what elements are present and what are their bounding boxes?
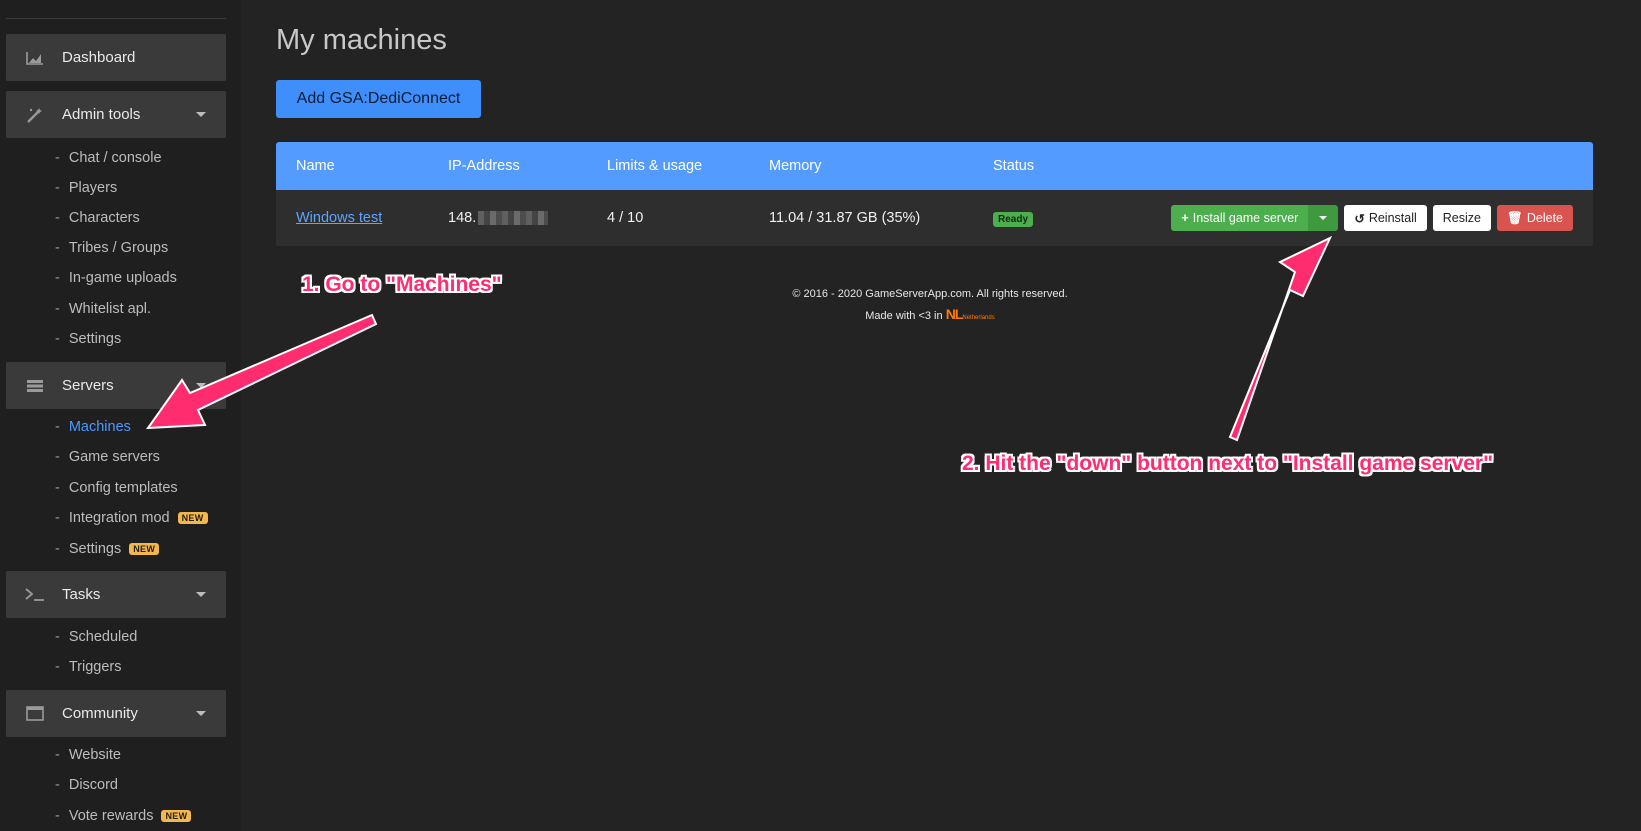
sidebar-item-chat-console[interactable]: - Chat / console: [55, 148, 162, 168]
annotation-step-2: 2. Hit the "down" button next to "Instal…: [962, 452, 1494, 475]
sidebar-item-admin-settings[interactable]: - Settings: [55, 329, 121, 349]
sidebar-section-label: Tasks: [62, 586, 101, 603]
sidebar-item-label: Vote rewards: [68, 808, 154, 824]
ip-redaction: [478, 211, 549, 226]
add-dediconnect-button[interactable]: Add GSA:DediConnect: [276, 80, 481, 118]
sidebar-section-dashboard[interactable]: Dashboard: [6, 34, 226, 81]
status-badge: Ready: [993, 212, 1034, 227]
footer: © 2016 - 2020 GameServerApp.com. All rig…: [780, 284, 1080, 328]
sidebar-item-label: Characters: [68, 210, 140, 226]
sidebar-item-server-settings[interactable]: - Settings NEW: [55, 539, 160, 559]
sidebar-item-label: Discord: [68, 777, 118, 793]
sidebar-item-tribes-groups[interactable]: - Tribes / Groups: [55, 238, 168, 258]
sidebar-item-config-templates[interactable]: - Config templates: [55, 478, 178, 498]
sidebar-item-label: Triggers: [68, 659, 122, 675]
plus-icon: +: [1181, 211, 1189, 225]
wand-icon: [24, 106, 46, 124]
annotation-step-1: 1. Go to "Machines": [302, 273, 502, 296]
delete-button[interactable]: 🗑 Delete: [1496, 205, 1573, 231]
sidebar-item-machines[interactable]: - Machines: [55, 417, 131, 437]
sidebar-item-label: Game servers: [68, 449, 160, 465]
undo-icon: ↺: [1354, 211, 1365, 226]
sidebar-item-triggers[interactable]: - Triggers: [55, 657, 121, 677]
sidebar-section-label: Dashboard: [62, 49, 136, 66]
sidebar-item-label: Scheduled: [68, 629, 138, 645]
install-game-server-button[interactable]: + Install game server: [1171, 205, 1309, 231]
sidebar: Dashboard Admin tools - Chat / console -P…: [0, 0, 241, 831]
memory-usage: 11.04 / 31.87 GB (35%): [769, 210, 921, 226]
sidebar-item-label: Machines: [68, 419, 131, 435]
sidebar-item-label: Website: [68, 747, 121, 763]
sidebar-section-tasks[interactable]: Tasks: [6, 571, 226, 618]
sidebar-item-players[interactable]: - Players: [55, 178, 117, 198]
sidebar-item-label: Chat / console: [68, 150, 162, 166]
column-header-name: Name: [296, 158, 335, 174]
resize-button[interactable]: Resize: [1432, 205, 1491, 231]
chart-icon: [24, 49, 46, 67]
sidebar-item-label: Integration mod: [68, 510, 170, 526]
sidebar-section-label: Community: [62, 705, 138, 722]
page-title: My machines: [276, 24, 447, 56]
table-row: Windows test 148. 4 / 10 11.04 / 31.87 G…: [276, 190, 1593, 246]
sidebar-section-servers[interactable]: Servers: [6, 362, 226, 409]
table-header: Name IP-Address Limits & usage Memory St…: [276, 142, 1593, 190]
sidebar-item-label: Settings: [68, 541, 122, 557]
column-header-status: Status: [993, 158, 1035, 174]
chevron-down-icon: [196, 383, 206, 388]
new-badge: NEW: [161, 810, 192, 822]
install-split-button: + Install game server: [1171, 205, 1339, 231]
column-header-limits: Limits & usage: [607, 158, 703, 174]
terminal-icon: [24, 586, 46, 604]
sidebar-divider: [6, 18, 226, 19]
limits-usage: 4 / 10: [607, 210, 644, 226]
new-badge: NEW: [129, 543, 160, 555]
sidebar-item-integration-mod[interactable]: - Integration mod NEW: [55, 508, 208, 528]
sidebar-section-label: Admin tools: [62, 106, 141, 123]
column-header-memory: Memory: [769, 158, 822, 174]
install-dropdown-toggle[interactable]: [1308, 205, 1339, 231]
chevron-down-icon: [196, 112, 206, 117]
sidebar-item-scheduled[interactable]: - Scheduled: [55, 627, 137, 647]
new-badge: NEW: [177, 512, 208, 524]
chevron-down-icon: [196, 711, 206, 716]
trash-icon: 🗑: [1506, 210, 1523, 225]
sidebar-item-characters[interactable]: - Characters: [55, 208, 140, 228]
arrow-to-dropdown: [1228, 235, 1333, 442]
copyright-text: © 2016 - 2020 GameServerApp.com. All rig…: [792, 288, 1068, 300]
sidebar-item-in-game-uploads[interactable]: - In-game uploads: [55, 268, 177, 288]
ip-address: 148.: [448, 210, 549, 226]
reinstall-button[interactable]: ↺ Reinstall: [1344, 205, 1427, 231]
sidebar-item-website[interactable]: - Website: [55, 745, 121, 765]
window-icon: [24, 705, 46, 723]
nl-logo: NL: [945, 306, 964, 322]
nl-logo-sub: Netherlands: [962, 315, 995, 321]
sidebar-section-label: Servers: [62, 377, 114, 394]
sidebar-section-admin-tools[interactable]: Admin tools: [6, 91, 226, 138]
caret-down-icon: [1319, 216, 1328, 220]
sidebar-item-label: In-game uploads: [68, 270, 177, 286]
sidebar-item-label: Whitelist apl.: [68, 301, 152, 317]
machine-name-link[interactable]: Windows test: [296, 210, 382, 226]
column-header-ip: IP-Address: [448, 158, 520, 174]
chevron-down-icon: [196, 592, 206, 597]
server-icon: [24, 377, 46, 395]
sidebar-item-label: Tribes / Groups: [68, 240, 169, 256]
sidebar-item-discord[interactable]: - Discord: [55, 775, 118, 795]
sidebar-item-game-servers[interactable]: - Game servers: [55, 447, 160, 467]
machines-table: Name IP-Address Limits & usage Memory St…: [276, 142, 1593, 246]
sidebar-item-label: Players: [68, 180, 118, 196]
annotation-arrows: [145, 235, 1333, 442]
sidebar-section-community[interactable]: Community: [6, 690, 226, 737]
sidebar-item-label: Settings: [68, 331, 122, 347]
row-actions: + Install game server ↺ Reinstall Resize 🗑…: [1171, 205, 1573, 231]
sidebar-item-label: Config templates: [68, 480, 178, 496]
sidebar-item-vote-rewards[interactable]: - Vote rewards NEW: [55, 806, 192, 826]
sidebar-item-whitelist[interactable]: - Whitelist apl.: [55, 299, 151, 319]
made-with-line: Made with <3 in NLNetherlands: [865, 306, 995, 322]
